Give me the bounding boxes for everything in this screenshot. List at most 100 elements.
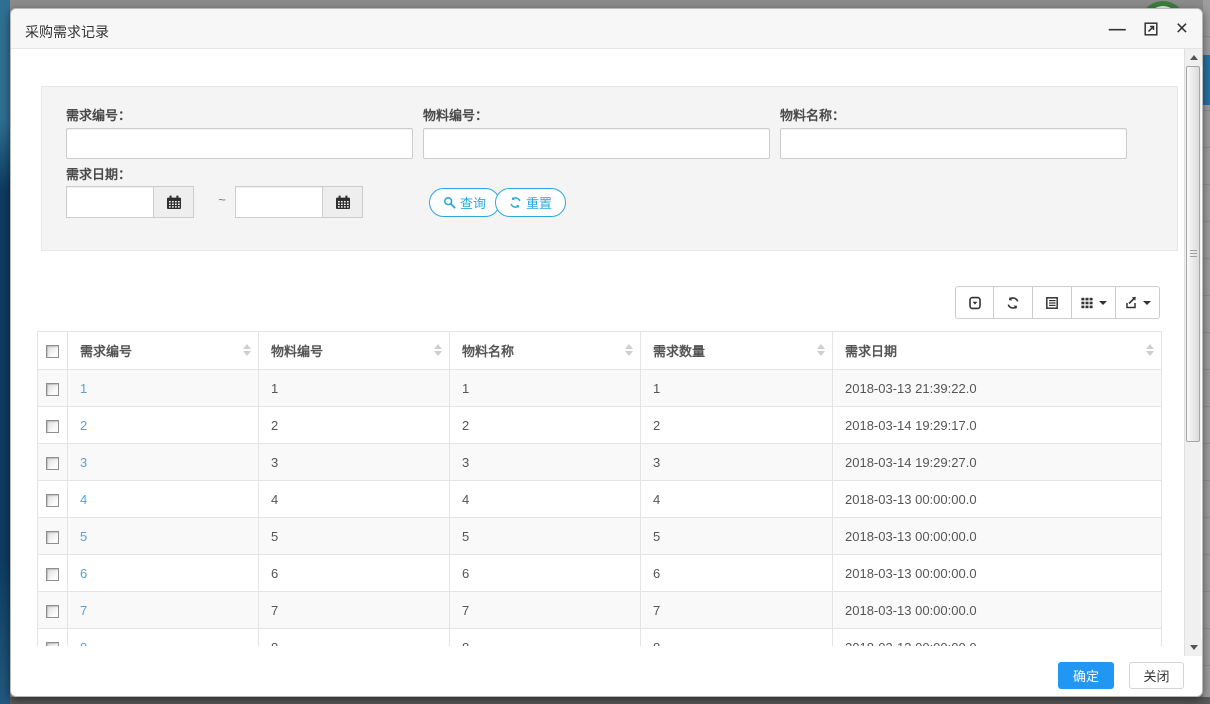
date-to-calendar-icon[interactable]: [323, 186, 363, 218]
demand-no-link[interactable]: 7: [80, 603, 87, 618]
row-checkbox[interactable]: [46, 419, 59, 433]
demand-no-link[interactable]: 1: [80, 381, 87, 396]
column-header-label: 需求数量: [653, 344, 706, 359]
cell-demand-no: 4: [67, 480, 259, 518]
toggle-view-button[interactable]: [1033, 286, 1072, 319]
records-table: 需求编号 物料编号 物料名称 需求数量 需求日期 1 1 1 1 2018-03-13 21:3…: [37, 331, 1162, 646]
table-cell: 2018-03-13 00:00:00.0: [832, 517, 1162, 555]
scrollbar-thumb[interactable]: [1186, 66, 1200, 442]
sort-icon[interactable]: [1146, 343, 1154, 356]
row-checkbox[interactable]: [46, 567, 59, 581]
columns-button[interactable]: [1072, 286, 1116, 319]
row-checkbox-cell: [37, 628, 68, 646]
demand-no-link[interactable]: 3: [80, 455, 87, 470]
dialog-title: 采购需求记录: [25, 24, 109, 40]
table-cell: 2018-03-13 21:39:22.0: [832, 369, 1162, 407]
table-row: 7 7 7 7 2018-03-13 00:00:00.0: [37, 591, 1162, 629]
sort-icon[interactable]: [817, 343, 825, 356]
minimize-icon[interactable]: —: [1109, 20, 1126, 37]
vertical-scrollbar[interactable]: [1184, 49, 1202, 656]
reset-icon: [509, 196, 522, 209]
caret-down-icon: [1099, 300, 1107, 305]
column-header-2[interactable]: 物料编号: [258, 331, 450, 370]
sort-icon[interactable]: [243, 343, 251, 356]
cell-demand-no: 7: [67, 591, 259, 629]
table-cell: 2: [449, 406, 641, 444]
refresh-button[interactable]: [994, 286, 1033, 319]
date-to-input[interactable]: [235, 186, 323, 218]
table-cell: 7: [449, 591, 641, 629]
close-icon[interactable]: ×: [1176, 18, 1188, 39]
sort-icon[interactable]: [434, 343, 442, 356]
table-cell: 7: [258, 591, 450, 629]
export-icon: [1124, 296, 1138, 310]
refresh-icon: [1006, 296, 1020, 310]
column-header-1[interactable]: 需求编号: [67, 331, 259, 370]
table-cell: 5: [640, 517, 833, 555]
table-body: 1 1 1 1 2018-03-13 21:39:22.0 2 2 2 2 2018-03-14 …: [37, 369, 1162, 647]
date-range-separator: ~: [218, 192, 226, 207]
row-checkbox-cell: [37, 480, 68, 518]
cell-demand-no: 6: [67, 554, 259, 592]
date-from-calendar-icon[interactable]: [154, 186, 194, 218]
table-cell: 2018-03-14 19:29:27.0: [832, 443, 1162, 481]
query-button[interactable]: 查询: [429, 188, 501, 217]
search-panel: 需求编号： 物料编号： 物料名称： 需求日期： ~ 查询 重置: [41, 86, 1178, 251]
table-cell: 5: [258, 517, 450, 555]
background-right-strip: [1203, 0, 1210, 704]
column-header-label: 物料名称: [462, 344, 515, 359]
row-checkbox[interactable]: [46, 641, 59, 646]
demand-no-input[interactable]: [66, 128, 413, 159]
column-header-label: 需求日期: [845, 344, 898, 359]
row-checkbox[interactable]: [46, 493, 59, 507]
row-checkbox[interactable]: [46, 604, 59, 618]
arrow-down-icon: [1189, 645, 1198, 650]
demand-no-link[interactable]: 5: [80, 529, 87, 544]
maximize-icon[interactable]: [1143, 21, 1159, 37]
column-header-4[interactable]: 需求数量: [640, 331, 833, 370]
row-checkbox-cell: [37, 517, 68, 555]
column-header-3[interactable]: 物料名称: [449, 331, 641, 370]
export-button[interactable]: [1116, 286, 1160, 319]
row-checkbox[interactable]: [46, 456, 59, 470]
table-cell: 1: [449, 369, 641, 407]
search-icon: [443, 196, 456, 209]
paging-toggle-button[interactable]: [955, 286, 994, 319]
scroll-up-button[interactable]: [1185, 49, 1202, 66]
records-table-container: 需求编号 物料编号 物料名称 需求数量 需求日期 1 1 1 1 2018-03-13 21:3…: [37, 331, 1162, 646]
reset-button[interactable]: 重置: [495, 188, 567, 217]
demand-no-link[interactable]: 4: [80, 492, 87, 507]
table-cell: 1: [640, 369, 833, 407]
background-top-bar: [0, 0, 1210, 8]
demand-no-link[interactable]: 8: [80, 640, 87, 647]
table-cell: 4: [640, 480, 833, 518]
cell-demand-no: 1: [67, 369, 259, 407]
table-row: 2 2 2 2 2018-03-14 19:29:17.0: [37, 406, 1162, 444]
table-row: 88882018-03-13 00:00:00.0: [37, 628, 1162, 647]
table-cell: 2018-03-13 00:00:00.0: [832, 591, 1162, 629]
demand-no-link[interactable]: 2: [80, 418, 87, 433]
dialog-close-button[interactable]: 关闭: [1129, 662, 1184, 689]
demand-no-link[interactable]: 6: [80, 566, 87, 581]
table-cell: 4: [258, 480, 450, 518]
dialog-header: 采购需求记录 — ×: [11, 9, 1202, 49]
demand-date-label: 需求日期：: [66, 167, 132, 182]
table-cell: 3: [449, 443, 641, 481]
demand-no-label: 需求编号：: [66, 108, 132, 123]
sort-icon[interactable]: [625, 343, 633, 356]
date-from-input[interactable]: [66, 186, 154, 218]
material-no-input[interactable]: [423, 128, 770, 159]
confirm-button[interactable]: 确定: [1058, 662, 1114, 689]
column-header-5[interactable]: 需求日期: [832, 331, 1162, 370]
select-all-checkbox[interactable]: [46, 345, 59, 359]
row-checkbox-cell: [37, 591, 68, 629]
query-button-label: 查询: [460, 196, 487, 211]
table-cell: 6: [449, 554, 641, 592]
row-checkbox[interactable]: [46, 382, 59, 396]
row-checkbox[interactable]: [46, 530, 59, 544]
scroll-down-button[interactable]: [1185, 639, 1202, 656]
material-name-input[interactable]: [780, 128, 1127, 159]
table-cell: 2018-03-13 00:00:00.0: [832, 628, 1162, 646]
table-cell: 2018-03-13 00:00:00.0: [832, 480, 1162, 518]
row-checkbox-cell: [37, 554, 68, 592]
